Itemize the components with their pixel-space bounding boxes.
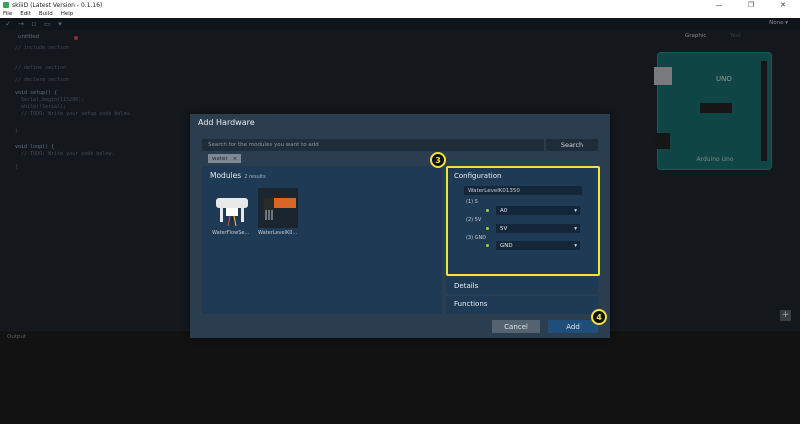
add-button[interactable]: Add bbox=[548, 320, 598, 333]
modules-count: 2 results bbox=[244, 174, 266, 180]
menu-edit[interactable]: Edit bbox=[20, 11, 31, 17]
module-search-input[interactable] bbox=[202, 139, 544, 151]
window-title: skiiiD (Latest Version - 0.1.16) bbox=[12, 1, 103, 9]
close-window-button[interactable]: ✕ bbox=[772, 0, 794, 10]
cancel-button[interactable]: Cancel bbox=[492, 320, 540, 333]
module-card-waterflow[interactable]: WaterFlowSe... bbox=[212, 188, 252, 238]
menu-help[interactable]: Help bbox=[61, 11, 74, 17]
functions-header: Functions bbox=[454, 300, 488, 308]
minimize-button[interactable]: — bbox=[708, 0, 730, 10]
chip-close-icon[interactable]: × bbox=[233, 156, 238, 162]
details-header: Details bbox=[454, 282, 479, 290]
app-logo-icon bbox=[3, 2, 9, 8]
module-card-waterlevel[interactable]: WaterLevelK0... bbox=[258, 188, 298, 238]
step-3-badge: 3 bbox=[430, 152, 446, 168]
modules-header: Modules 2 results bbox=[210, 171, 266, 180]
menu-build[interactable]: Build bbox=[39, 11, 53, 17]
modules-header-label: Modules bbox=[210, 171, 242, 180]
menu-bar: File Edit Build Help bbox=[0, 10, 800, 18]
step-4-badge: 4 bbox=[591, 309, 607, 325]
water-flow-sensor-icon bbox=[216, 198, 248, 227]
filter-chip-label: water bbox=[212, 155, 228, 162]
filter-chip[interactable]: water × bbox=[208, 154, 242, 163]
water-level-sensor-icon bbox=[258, 188, 298, 228]
modules-panel: Modules 2 results WaterFlowSe... WaterLe… bbox=[202, 166, 442, 314]
menu-file[interactable]: File bbox=[3, 11, 12, 17]
module-name: WaterFlowSe... bbox=[212, 230, 250, 236]
dialog-title: Add Hardware bbox=[198, 118, 255, 127]
title-bar: skiiiD (Latest Version - 0.1.16) — ❐ ✕ bbox=[0, 0, 800, 10]
search-button[interactable]: Search bbox=[546, 139, 598, 151]
details-section[interactable]: Details bbox=[446, 278, 598, 294]
configuration-highlight-box bbox=[446, 166, 600, 276]
functions-section[interactable]: Functions bbox=[446, 296, 598, 314]
maximize-button[interactable]: ❐ bbox=[740, 0, 762, 10]
module-name: WaterLevelK0... bbox=[258, 230, 298, 236]
